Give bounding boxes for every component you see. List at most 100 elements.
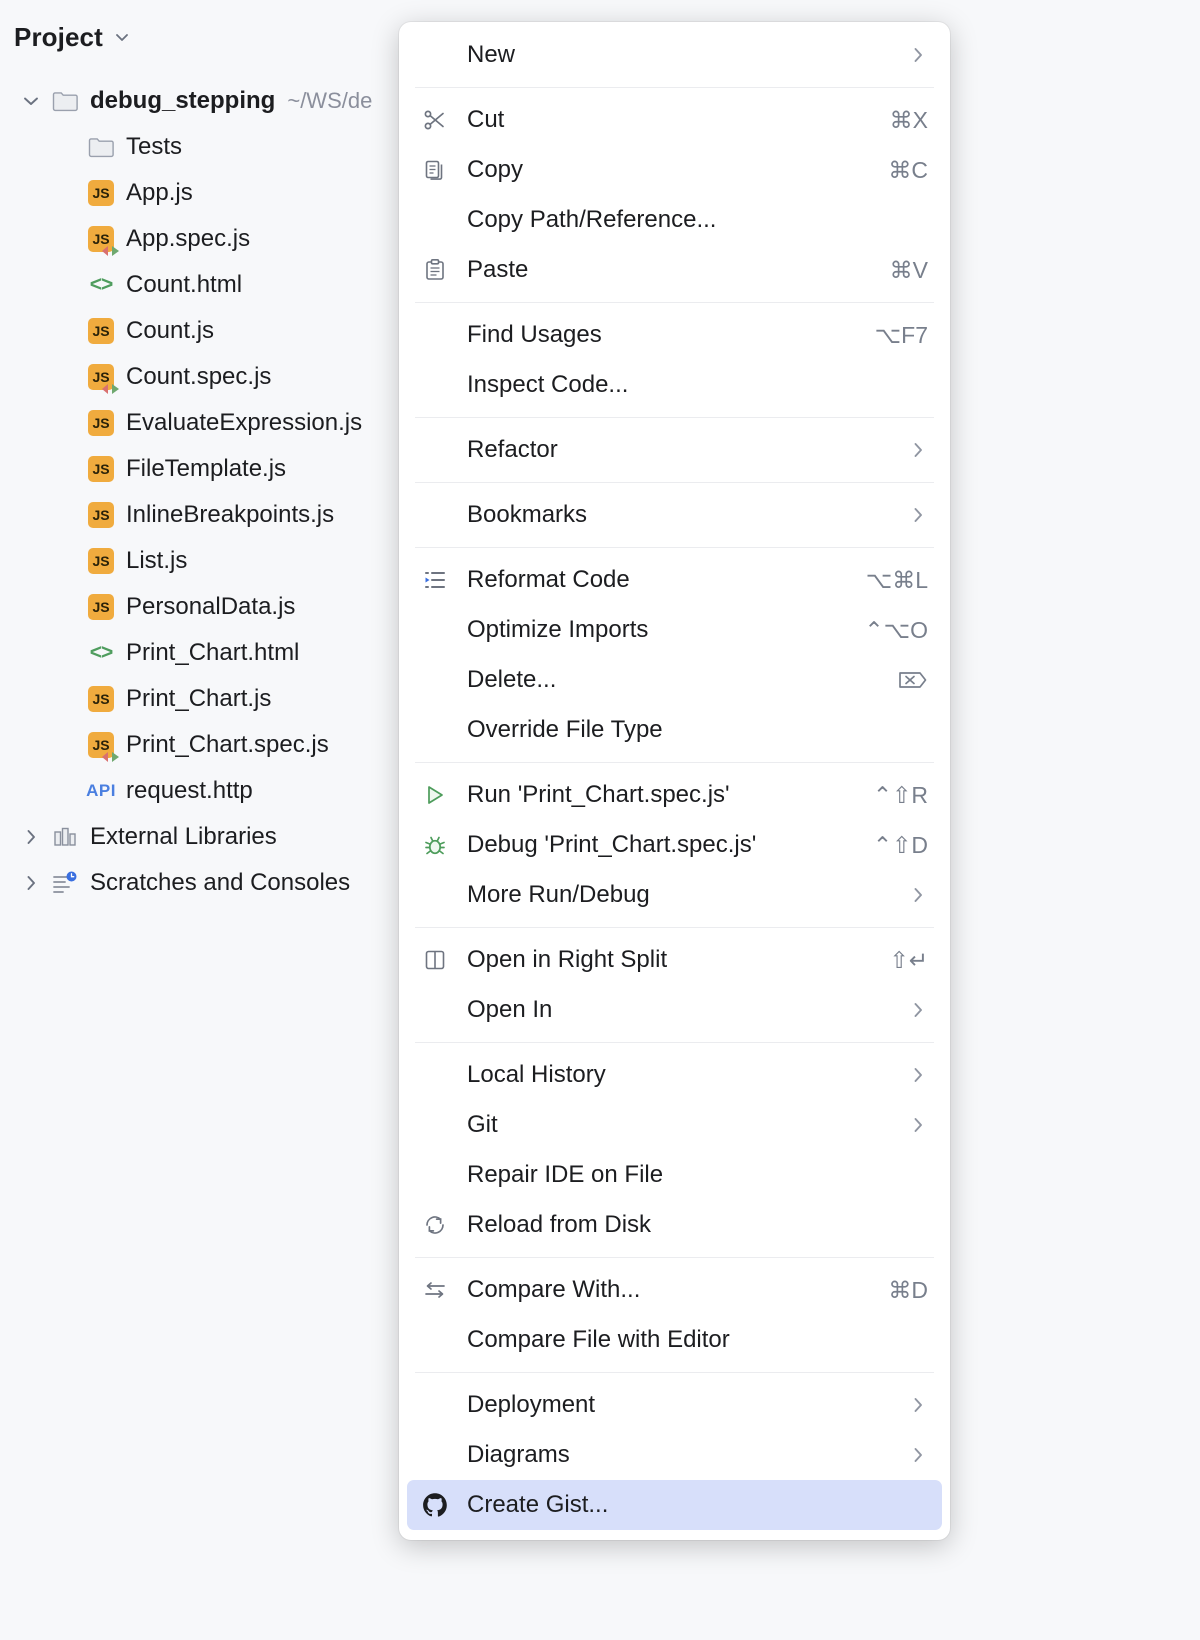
menu-item-inspect-code[interactable]: Inspect Code... [407, 360, 942, 410]
library-icon [50, 822, 80, 852]
tree-item-label: FileTemplate.js [126, 455, 286, 483]
menu-item-compare-with[interactable]: Compare With...⌘D [407, 1265, 942, 1315]
menu-item-create-gist[interactable]: Create Gist... [407, 1480, 942, 1530]
tree-item-label: Print_Chart.spec.js [126, 731, 329, 759]
menu-item-label: Override File Type [467, 716, 928, 744]
menu-item-label: Inspect Code... [467, 371, 928, 399]
menu-item-label: Git [467, 1111, 884, 1139]
compare-icon [417, 1278, 453, 1302]
menu-item-delete[interactable]: Delete... [407, 655, 942, 705]
menu-separator [415, 762, 934, 763]
menu-item-compare-file-with-editor[interactable]: Compare File with Editor [407, 1315, 942, 1365]
api-file-icon: API [86, 776, 116, 806]
tree-item-label: App.spec.js [126, 225, 250, 253]
menu-item-label: Compare With... [467, 1276, 864, 1304]
menu-item-optimize-imports[interactable]: Optimize Imports ⌃⌥O [407, 605, 942, 655]
menu-item-deployment[interactable]: Deployment [407, 1380, 942, 1430]
js-spec-file-icon: JS [86, 730, 116, 760]
chevron-right-icon[interactable] [18, 824, 44, 850]
js-file-icon: JS [86, 454, 116, 484]
menu-item-bookmarks[interactable]: Bookmarks [407, 490, 942, 540]
chevron-down-icon[interactable] [18, 88, 44, 114]
copy-icon [417, 158, 453, 182]
menu-item-diagrams[interactable]: Diagrams [407, 1430, 942, 1480]
menu-item-shortcut: ⌘X [890, 107, 928, 134]
menu-item-shortcut: ⇧↵ [889, 947, 928, 974]
menu-separator [415, 87, 934, 88]
menu-item-run-print-chart-spec-js[interactable]: Run 'Print_Chart.spec.js' ⌃⇧R [407, 770, 942, 820]
split-right-icon [417, 948, 453, 972]
menu-item-label: Cut [467, 106, 866, 134]
menu-item-repair-ide-on-file[interactable]: Repair IDE on File [407, 1150, 942, 1200]
menu-item-label: Reload from Disk [467, 1211, 928, 1239]
chevron-right-icon [908, 505, 928, 525]
chevron-right-icon [908, 1445, 928, 1465]
tree-item-label: App.js [126, 179, 193, 207]
file-context-menu[interactable]: New Cut ⌘X Copy ⌘C Copy Path/Reference... Past… [399, 22, 950, 1540]
menu-item-copy[interactable]: Copy ⌘C [407, 145, 942, 195]
menu-item-label: Diagrams [467, 1441, 884, 1469]
menu-item-open-in-right-split[interactable]: Open in Right Split⇧↵ [407, 935, 942, 985]
menu-item-label: Copy [467, 156, 864, 184]
chevron-right-icon[interactable] [18, 870, 44, 896]
chevron-down-icon[interactable] [113, 28, 131, 46]
menu-separator [415, 482, 934, 483]
page-title: Project [14, 22, 103, 53]
menu-item-shortcut: ⌥⌘L [866, 567, 928, 594]
menu-item-label: Delete... [467, 666, 874, 694]
chevron-right-icon [908, 45, 928, 65]
menu-item-more-run-debug[interactable]: More Run/Debug [407, 870, 942, 920]
paste-icon [417, 258, 453, 282]
tree-item-label: Count.html [126, 271, 242, 299]
menu-item-open-in[interactable]: Open In [407, 985, 942, 1035]
github-icon [417, 1492, 453, 1518]
menu-item-cut[interactable]: Cut ⌘X [407, 95, 942, 145]
delete-key-icon [898, 669, 928, 691]
menu-item-override-file-type[interactable]: Override File Type [407, 705, 942, 755]
menu-item-label: Repair IDE on File [467, 1161, 928, 1189]
menu-item-shortcut: ⌘C [888, 157, 928, 184]
chevron-right-icon [908, 1065, 928, 1085]
menu-item-label: Compare File with Editor [467, 1326, 928, 1354]
tree-item-label: PersonalData.js [126, 593, 295, 621]
js-file-icon: JS [86, 546, 116, 576]
menu-item-label: New [467, 41, 884, 69]
tree-item-label: EvaluateExpression.js [126, 409, 362, 437]
js-spec-file-icon: JS [86, 224, 116, 254]
js-spec-file-icon: JS [86, 362, 116, 392]
menu-item-local-history[interactable]: Local History [407, 1050, 942, 1100]
js-file-icon: JS [86, 408, 116, 438]
menu-item-shortcut: ⌃⌥O [864, 617, 928, 644]
menu-separator [415, 547, 934, 548]
menu-item-label: Optimize Imports [467, 616, 840, 644]
menu-item-label: Deployment [467, 1391, 884, 1419]
menu-item-find-usages[interactable]: Find Usages⌥F7 [407, 310, 942, 360]
chevron-right-icon [908, 1000, 928, 1020]
js-file-icon: JS [86, 592, 116, 622]
menu-item-reload-from-disk[interactable]: Reload from Disk [407, 1200, 942, 1250]
tree-item-label: External Libraries [90, 823, 277, 851]
menu-item-reformat-code[interactable]: Reformat Code⌥⌘L [407, 555, 942, 605]
tree-item-path: ~/WS/de [287, 88, 372, 114]
menu-item-label: Run 'Print_Chart.spec.js' [467, 781, 849, 809]
menu-item-git[interactable]: Git [407, 1100, 942, 1150]
menu-item-paste[interactable]: Paste⌘V [407, 245, 942, 295]
menu-item-label: More Run/Debug [467, 881, 884, 909]
menu-separator [415, 1372, 934, 1373]
menu-item-label: Refactor [467, 436, 884, 464]
menu-item-label: Copy Path/Reference... [467, 206, 928, 234]
menu-item-shortcut: ⌃⇧R [873, 782, 928, 809]
html-file-icon: <> [86, 270, 116, 300]
menu-item-copy-path-reference[interactable]: Copy Path/Reference... [407, 195, 942, 245]
tree-item-label: debug_stepping [90, 87, 275, 115]
tree-item-label: InlineBreakpoints.js [126, 501, 334, 529]
menu-item-refactor[interactable]: Refactor [407, 425, 942, 475]
menu-item-shortcut: ⌥F7 [875, 322, 928, 349]
folder-icon [50, 86, 80, 116]
reformat-icon [417, 568, 453, 592]
menu-item-debug-print-chart-spec-js[interactable]: Debug 'Print_Chart.spec.js'⌃⇧D [407, 820, 942, 870]
html-file-icon: <> [86, 638, 116, 668]
tree-item-label: Count.js [126, 317, 214, 345]
menu-item-new[interactable]: New [407, 30, 942, 80]
chevron-right-icon [908, 885, 928, 905]
